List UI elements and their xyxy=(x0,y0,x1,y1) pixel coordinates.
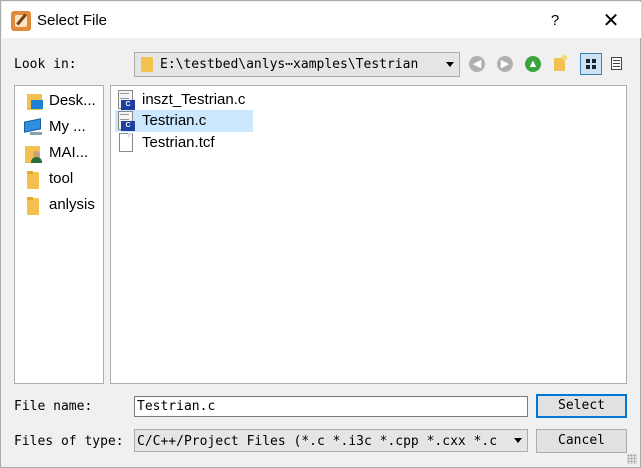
c-file-icon: C xyxy=(117,90,135,110)
up-arrow-icon: ▲ xyxy=(525,56,541,72)
sidebar-item-label: tool xyxy=(49,170,74,187)
file-item-testrian-c[interactable]: C Testrian.c xyxy=(115,110,253,132)
c-file-icon: C xyxy=(117,111,135,131)
list-view-icon xyxy=(611,57,622,70)
file-item-testrian-tcf[interactable]: Testrian.tcf xyxy=(115,132,253,154)
look-in-label: Look in: xyxy=(14,57,77,72)
sidebar-item-anlysis[interactable]: anlysis xyxy=(21,193,103,217)
forward-icon: ▶ xyxy=(497,56,513,72)
file-type-combo[interactable]: C/C++/Project Files (*.c *.i3c *.cpp *.c… xyxy=(134,429,528,452)
file-name: Testrian.tcf xyxy=(142,134,215,151)
back-icon: ◀ xyxy=(469,56,485,72)
user-folder-icon xyxy=(23,143,43,163)
file-type-label: Files of type: xyxy=(14,434,124,449)
up-folder-button[interactable]: ▲ xyxy=(523,54,543,74)
file-name: inszt_Testrian.c xyxy=(142,91,246,108)
close-button[interactable]: ✕ xyxy=(596,9,626,33)
folder-icon xyxy=(141,57,153,72)
sidebar-item-label: Desk... xyxy=(49,92,96,109)
computer-icon xyxy=(23,117,43,137)
file-item-inszt-testrian-c[interactable]: C inszt_Testrian.c xyxy=(115,89,253,111)
detail-view-button[interactable] xyxy=(580,53,602,75)
file-type-value: C/C++/Project Files (*.c *.i3c *.cpp *.c… xyxy=(137,434,498,449)
sidebar-item-label: My ... xyxy=(49,118,86,135)
cancel-button[interactable]: Cancel xyxy=(536,429,627,453)
file-name-value: Testrian.c xyxy=(137,399,216,414)
window-title: Select File xyxy=(37,12,108,29)
folder-icon xyxy=(23,169,43,189)
file-list: C inszt_Testrian.c C Testrian.c Testrian… xyxy=(110,85,627,384)
resize-grip[interactable] xyxy=(627,454,637,464)
detail-view-icon xyxy=(586,59,596,69)
app-icon xyxy=(11,11,31,31)
sidebar-item-label: MAI... xyxy=(49,144,89,161)
title-bar: Select File ? ✕ xyxy=(2,2,641,38)
sidebar-item-tool[interactable]: tool xyxy=(21,167,103,191)
forward-button[interactable]: ▶ xyxy=(495,54,515,74)
desktop-icon xyxy=(23,91,43,111)
new-folder-button[interactable] xyxy=(551,53,571,74)
list-view-button[interactable] xyxy=(606,53,628,75)
file-name: Testrian.c xyxy=(142,112,207,129)
chevron-down-icon[interactable] xyxy=(446,62,454,67)
file-name-input[interactable]: Testrian.c xyxy=(134,396,528,417)
sidebar-item-user[interactable]: MAI... xyxy=(21,141,103,165)
back-button[interactable]: ◀ xyxy=(467,54,487,74)
select-button[interactable]: Select xyxy=(536,394,627,418)
places-sidebar: Desk... My ... MAI... tool anlysis xyxy=(14,85,104,384)
select-file-dialog: Select File ? ✕ Look in: E:\testbed\anly… xyxy=(0,0,641,468)
help-button[interactable]: ? xyxy=(542,9,568,33)
look-in-combo[interactable]: E:\testbed\anlys⋯xamples\Testrian xyxy=(134,52,460,77)
sidebar-item-label: anlysis xyxy=(49,196,95,213)
file-name-label: File name: xyxy=(14,399,93,414)
sidebar-item-desktop[interactable]: Desk... xyxy=(21,89,103,113)
look-in-path: E:\testbed\anlys⋯xamples\Testrian xyxy=(160,57,419,72)
tcf-file-icon xyxy=(117,133,135,153)
folder-icon xyxy=(23,195,43,215)
sidebar-item-my-computer[interactable]: My ... xyxy=(21,115,103,139)
chevron-down-icon[interactable] xyxy=(514,438,522,443)
